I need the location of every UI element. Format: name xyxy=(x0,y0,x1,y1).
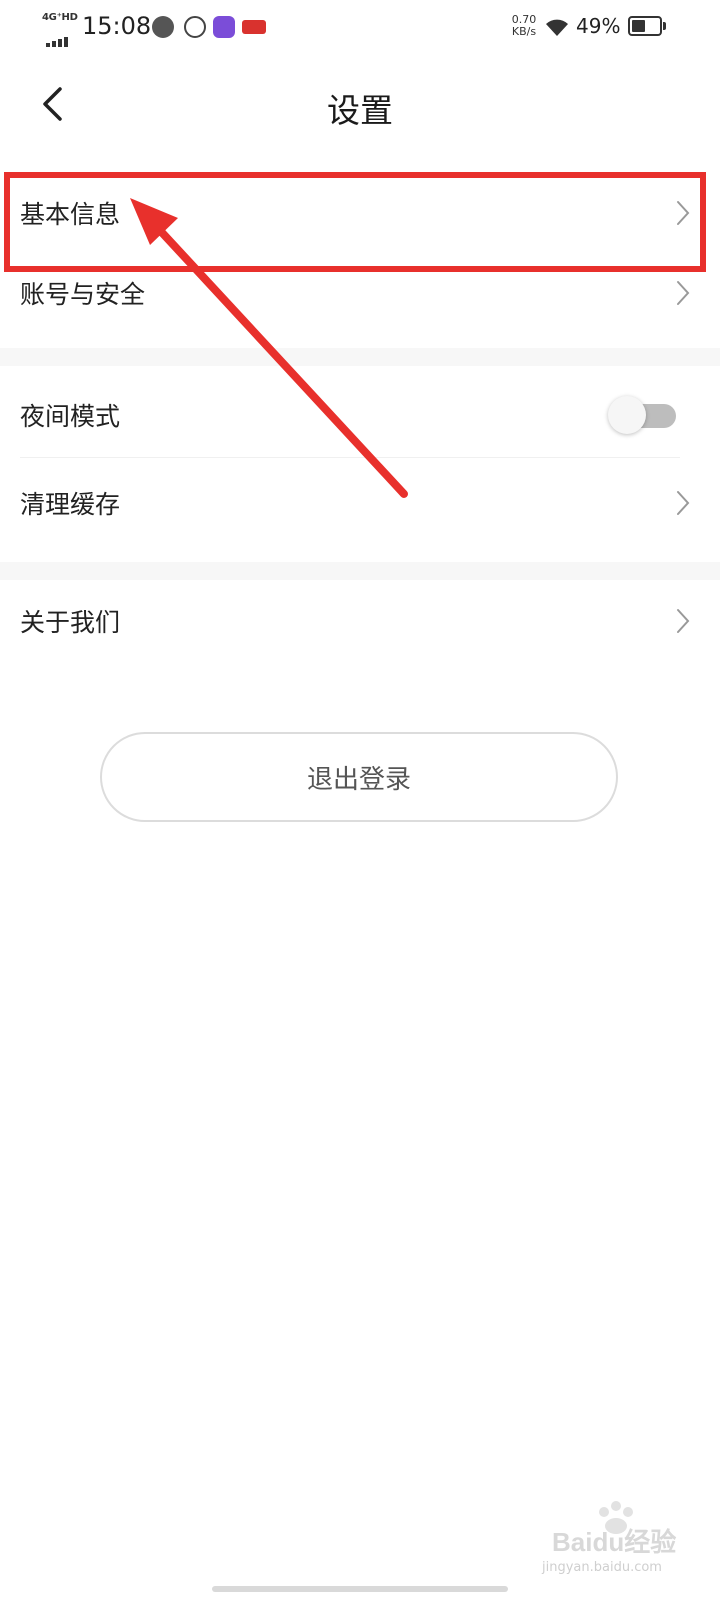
header: 设置 xyxy=(0,60,720,156)
menu-item-label: 基本信息 xyxy=(20,200,121,229)
menu-item-label: 夜间模式 xyxy=(20,402,121,431)
battery-tip xyxy=(663,22,666,30)
home-indicator xyxy=(212,1586,508,1592)
network-type: 4G⁺HD xyxy=(42,12,78,23)
battery-fill xyxy=(632,20,645,32)
night-mode-toggle[interactable] xyxy=(608,396,678,434)
chevron-right-icon xyxy=(677,201,690,225)
page-title: 设置 xyxy=(327,91,393,130)
menu-item-about-us[interactable]: 关于我们 xyxy=(0,578,720,664)
app-notification-icon xyxy=(242,20,266,34)
app-notification-icon xyxy=(184,16,206,38)
menu-item-label: 账号与安全 xyxy=(20,280,146,309)
menu-item-account-security[interactable]: 账号与安全 xyxy=(0,250,720,336)
cellular-signal-icon: 4G⁺HD xyxy=(42,12,78,47)
toggle-knob xyxy=(608,396,646,434)
app-notification-icon xyxy=(213,16,235,38)
chevron-right-icon xyxy=(677,609,690,633)
item-divider xyxy=(20,457,680,458)
status-time: 15:08 xyxy=(82,12,152,40)
watermark-text: Baidu经验 xyxy=(552,1527,677,1557)
menu-item-basic-info[interactable]: 基本信息 xyxy=(0,170,720,256)
battery-percent: 49% xyxy=(576,14,621,38)
menu-item-label: 关于我们 xyxy=(20,608,121,637)
status-bar: 4G⁺HD 15:08 0.70 KB/s 49% xyxy=(0,0,720,56)
chevron-right-icon xyxy=(677,281,690,305)
logout-button[interactable]: 退出登录 xyxy=(100,732,618,822)
battery-icon xyxy=(628,16,662,36)
app-notification-icon xyxy=(152,16,174,38)
watermark-url: jingyan.baidu.com xyxy=(542,1560,662,1575)
menu-item-night-mode: 夜间模式 xyxy=(0,372,720,458)
chevron-right-icon xyxy=(677,491,690,515)
network-speed: 0.70 KB/s xyxy=(511,13,537,38)
watermark: Baidu经验 jingyan.baidu.com xyxy=(540,1501,710,1584)
menu-item-label: 清理缓存 xyxy=(20,490,121,519)
menu-item-clear-cache[interactable]: 清理缓存 xyxy=(0,460,720,546)
wifi-icon xyxy=(546,19,568,36)
section-divider xyxy=(0,348,720,366)
